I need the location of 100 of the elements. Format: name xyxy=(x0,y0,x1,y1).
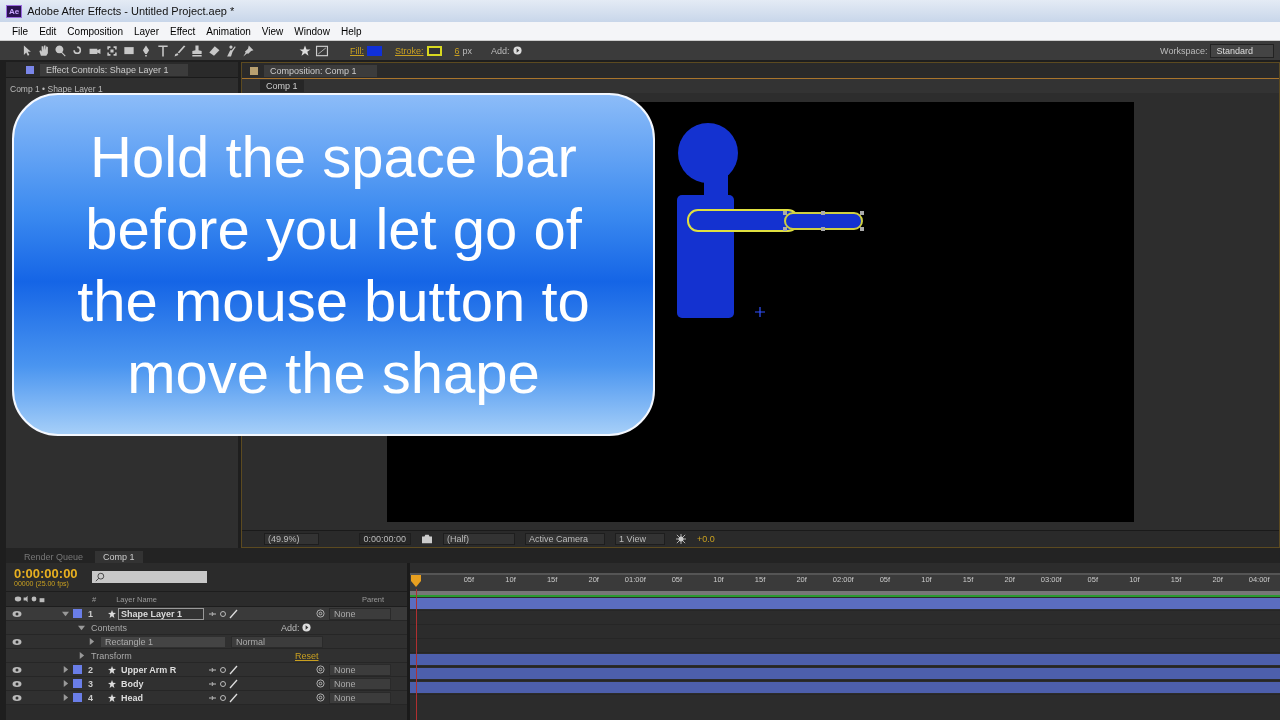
playhead-handle[interactable] xyxy=(411,575,422,589)
layer-row[interactable]: 4 Head None xyxy=(6,691,408,705)
expand-triangle-icon[interactable] xyxy=(62,694,69,701)
property-name[interactable]: Rectangle 1 xyxy=(101,636,225,647)
label-color-square[interactable] xyxy=(73,679,82,688)
collapse-triangle-icon[interactable] xyxy=(62,610,69,617)
layer-number: 4 xyxy=(88,692,94,703)
label-color-square[interactable] xyxy=(73,693,82,702)
unit-label: px xyxy=(462,45,473,56)
shape-layer-icon xyxy=(108,693,116,702)
time-field[interactable]: 0:00:00:00 xyxy=(358,533,412,545)
menu-item[interactable]: Layer xyxy=(133,25,159,37)
resolution-dropdown[interactable]: (Half) xyxy=(443,533,516,545)
type-tool-icon[interactable] xyxy=(156,43,170,58)
mask-icon[interactable] xyxy=(315,43,329,58)
workspace-dropdown[interactable]: Standard xyxy=(1210,43,1274,58)
blend-mode-dropdown[interactable]: Normal xyxy=(231,635,323,648)
layer-name[interactable]: Upper Arm R xyxy=(118,663,204,676)
hand-icon[interactable] xyxy=(37,43,51,58)
add-menu-icon[interactable] xyxy=(301,623,311,632)
layer-name[interactable]: Shape Layer 1 xyxy=(118,607,204,620)
workspace-label: Workspace: xyxy=(1160,45,1208,56)
menu-item[interactable]: View xyxy=(261,25,284,37)
menu-item[interactable]: Help xyxy=(340,25,362,37)
eye-icon[interactable] xyxy=(12,679,22,688)
panel-tab[interactable]: Composition: Comp 1 xyxy=(264,64,377,77)
app-logo: Ae xyxy=(6,4,23,18)
fill-swatch[interactable] xyxy=(367,45,382,56)
layer-name[interactable]: Body xyxy=(118,677,204,690)
parent-dropdown[interactable]: None xyxy=(329,607,391,620)
search-field[interactable] xyxy=(91,571,207,583)
expand-triangle-icon[interactable] xyxy=(78,652,85,659)
expand-triangle-icon[interactable] xyxy=(62,680,69,687)
brush-icon[interactable] xyxy=(173,43,187,58)
parent-dropdown[interactable]: None xyxy=(329,691,391,704)
color-square-icon xyxy=(26,65,34,74)
eye-icon[interactable] xyxy=(12,665,22,674)
search-icon[interactable] xyxy=(54,43,68,58)
stroke-width[interactable]: 6 xyxy=(454,45,460,56)
menu-item[interactable]: Animation xyxy=(206,25,251,37)
shape-layer-icon xyxy=(108,665,116,674)
pin-icon[interactable] xyxy=(241,43,255,58)
current-time-line[interactable] xyxy=(416,589,418,720)
pick-whip-icon[interactable] xyxy=(316,609,325,618)
view-layout-dropdown[interactable]: 1 View xyxy=(615,533,665,545)
layer-number: 1 xyxy=(88,608,94,619)
camera-icon[interactable] xyxy=(421,534,434,544)
instruction-callout: Hold the space bar before you let go of the mouse button to move the shape xyxy=(12,93,655,436)
label-color-square[interactable] xyxy=(73,609,82,618)
timeline-tab[interactable]: Render Queue xyxy=(16,551,92,563)
layer-switches-icon[interactable] xyxy=(208,608,238,619)
selected-rectangle-shape[interactable] xyxy=(783,210,864,231)
stroke-label[interactable]: Stroke: xyxy=(395,45,424,56)
layer-switches-icon[interactable] xyxy=(208,664,238,675)
fill-label[interactable]: Fill: xyxy=(350,45,364,56)
add-label: Add: xyxy=(491,45,510,56)
layer-switches-icon[interactable] xyxy=(208,692,238,703)
eye-icon[interactable] xyxy=(12,637,22,646)
shape-layer-icon xyxy=(108,679,116,688)
layer-name[interactable]: Head xyxy=(118,691,204,704)
parent-dropdown[interactable]: None xyxy=(329,677,391,690)
menu-item[interactable]: File xyxy=(12,25,29,37)
eye-icon[interactable] xyxy=(12,693,22,702)
breadcrumb: Comp 1 • Shape Layer 1 xyxy=(9,83,104,94)
menu-item[interactable]: Effect xyxy=(169,25,196,37)
property-name[interactable]: Transform xyxy=(91,650,211,661)
panel-tab[interactable]: Effect Controls: Shape Layer 1 xyxy=(40,63,189,76)
timecode[interactable]: 0:00:00:00 xyxy=(14,567,78,580)
collapse-triangle-icon[interactable] xyxy=(78,624,85,631)
stroke-swatch[interactable] xyxy=(426,45,442,56)
layer-number: 2 xyxy=(88,664,94,675)
layer-row[interactable]: 3 Body None xyxy=(6,677,408,691)
menu-item[interactable]: Window xyxy=(294,25,330,37)
comp-tab[interactable]: Comp 1 xyxy=(260,80,304,92)
add-menu-icon[interactable] xyxy=(512,46,522,55)
timeline-tab[interactable]: Comp 1 xyxy=(95,551,143,563)
stamp-icon[interactable] xyxy=(190,43,204,58)
anchor-point-icon[interactable] xyxy=(754,305,766,318)
shape-layer-icon xyxy=(108,609,116,618)
parent-dropdown[interactable]: None xyxy=(329,663,391,676)
exposure-value[interactable]: +0.0 xyxy=(696,534,715,544)
expand-triangle-icon[interactable] xyxy=(88,638,95,645)
search-icon xyxy=(94,572,105,582)
menu-item[interactable]: Composition xyxy=(67,25,123,37)
zoom-dropdown[interactable]: (49.9%) xyxy=(264,533,319,545)
camera-dropdown[interactable]: Active Camera xyxy=(525,533,606,545)
eye-icon[interactable] xyxy=(12,609,22,618)
expand-triangle-icon[interactable] xyxy=(62,666,69,673)
window-title: Adobe After Effects - Untitled Project.aep * xyxy=(27,5,235,17)
label-color-square[interactable] xyxy=(73,665,82,674)
property-name[interactable]: Contents xyxy=(91,622,211,633)
menu-item[interactable]: Edit xyxy=(39,25,57,37)
layer-row[interactable]: 2 Upper Arm R None xyxy=(6,663,408,677)
sun-icon[interactable] xyxy=(674,534,687,544)
layer-row[interactable]: 1 Shape Layer 1 None xyxy=(6,607,408,621)
layer-number: 3 xyxy=(88,678,94,689)
pan-icon[interactable] xyxy=(105,43,119,58)
reset-link[interactable]: Reset xyxy=(295,650,319,661)
layer-switches-icon[interactable] xyxy=(208,678,238,689)
color-square-icon xyxy=(250,66,258,75)
